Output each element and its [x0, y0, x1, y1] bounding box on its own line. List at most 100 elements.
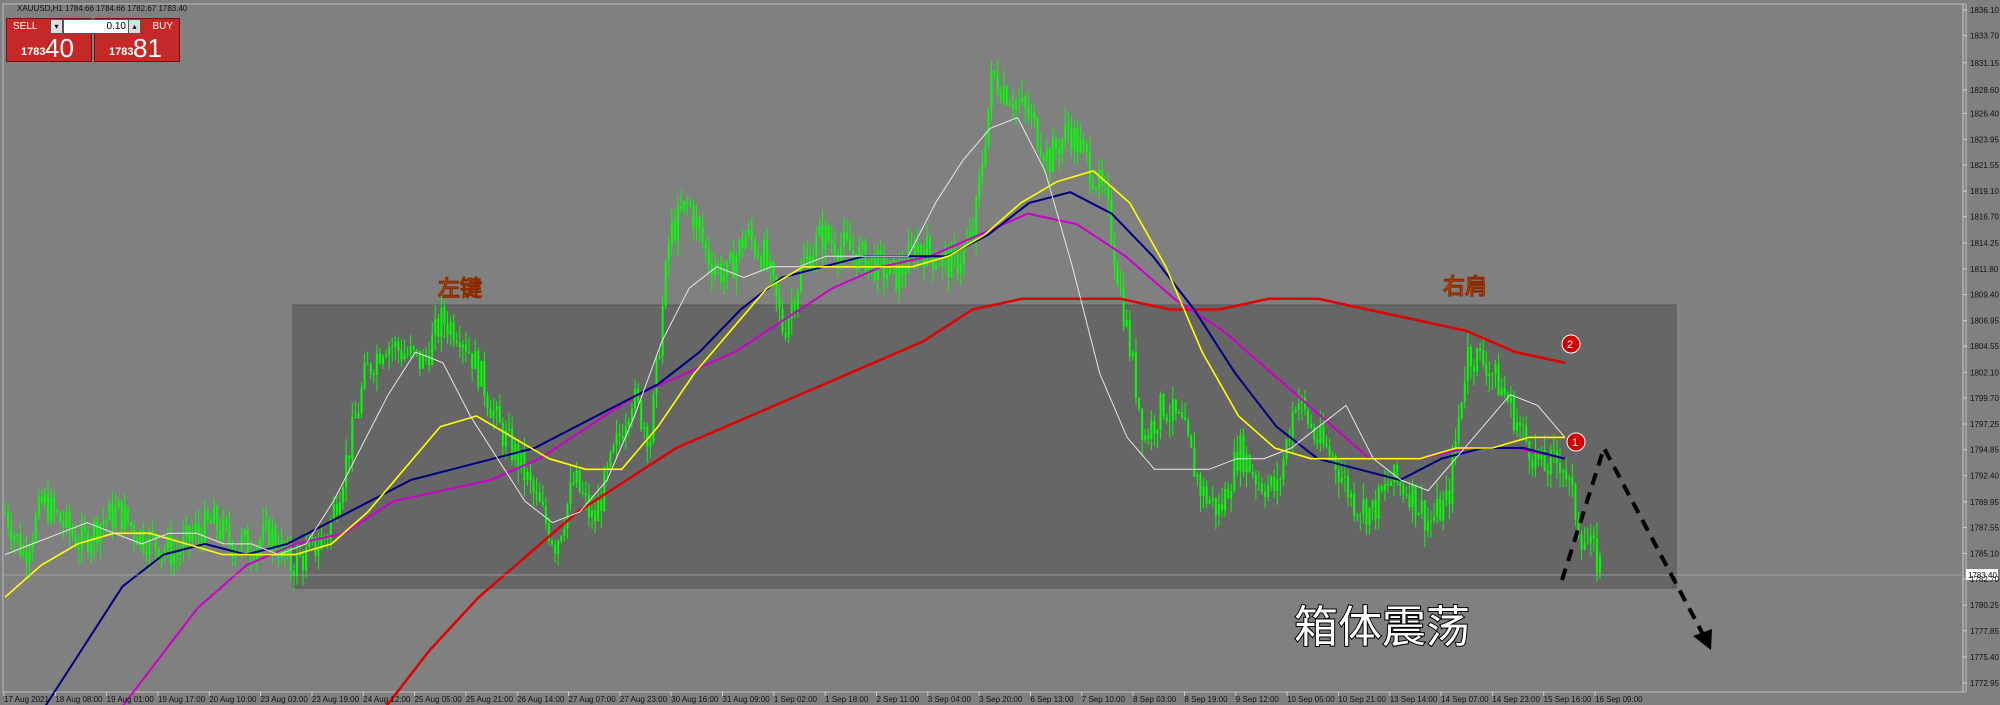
candle-body	[382, 356, 385, 364]
candle-body	[929, 237, 932, 255]
candle-body	[987, 108, 990, 147]
candle-body	[1469, 346, 1472, 367]
candle-body	[661, 305, 664, 357]
candle-body	[1482, 350, 1485, 365]
candle-body	[1242, 435, 1245, 473]
candle-body	[1420, 500, 1423, 514]
candle-body	[726, 261, 729, 276]
candle-body	[1008, 104, 1011, 106]
x-tick-label: 1 Sep 02:00	[774, 695, 818, 704]
candle-body	[1549, 449, 1552, 475]
candle-body	[1104, 185, 1107, 187]
candle-body	[1497, 363, 1500, 396]
candle-body	[1150, 420, 1153, 440]
candle-body	[1426, 521, 1429, 531]
candle-body	[47, 494, 50, 522]
candle-body	[1107, 185, 1110, 201]
price-chart[interactable]: 1783.40 1836.101833.701831.151828.601826…	[0, 0, 2000, 705]
lot-decrease-button[interactable]: ▾	[50, 19, 63, 34]
x-tick-label: 30 Aug 16:00	[671, 695, 719, 704]
candle-body	[1574, 484, 1577, 520]
candle-body	[369, 364, 372, 374]
candle-body	[1064, 124, 1067, 140]
candle-body	[842, 232, 845, 247]
candle-body	[1559, 463, 1562, 473]
candle-body	[1316, 439, 1319, 444]
y-tick-label: 1823.95	[1970, 135, 1999, 144]
candle-body	[1036, 117, 1039, 149]
candle-body	[268, 520, 271, 549]
candle-body	[179, 552, 182, 555]
candle-body	[1346, 476, 1349, 498]
candle-body	[83, 526, 86, 532]
candle-body	[1291, 411, 1294, 440]
candle-body	[1184, 417, 1187, 421]
candle-body	[535, 492, 538, 494]
candle-body	[271, 528, 274, 549]
y-tick-label: 1785.10	[1970, 550, 1999, 559]
y-tick-label: 1821.55	[1970, 161, 1999, 170]
candle-body	[1048, 149, 1051, 172]
candle-body	[827, 226, 830, 241]
candle-body	[440, 307, 443, 338]
x-tick-label: 18 Aug 08:00	[55, 695, 103, 704]
candle-body	[793, 302, 796, 310]
candle-body	[1055, 139, 1058, 150]
candle-body	[1199, 474, 1202, 496]
candle-body	[1500, 387, 1503, 396]
candle-body	[1583, 543, 1586, 549]
candle-body	[191, 534, 194, 542]
candle-body	[569, 482, 572, 505]
candle-body	[363, 363, 366, 389]
candle-body	[1147, 435, 1150, 440]
candle-body	[1531, 460, 1534, 468]
x-tick-label: 14 Sep 07:00	[1441, 695, 1489, 704]
y-tick-label: 1814.25	[1970, 239, 1999, 248]
candle-body	[1562, 470, 1565, 473]
candle-body	[1408, 495, 1411, 508]
candle-body	[590, 510, 593, 517]
candle-body	[471, 353, 474, 369]
candle-body	[541, 501, 544, 506]
candle-body	[163, 550, 166, 554]
candle-body	[1122, 287, 1125, 327]
candle-body	[701, 227, 704, 243]
candle-body	[437, 318, 440, 338]
candle-body	[1580, 534, 1583, 549]
x-tick-label: 17 Aug 2021	[4, 695, 49, 704]
candle-body	[295, 552, 298, 576]
candle-body	[664, 261, 667, 306]
candle-body	[1251, 472, 1254, 476]
marker-1-label: 1	[1572, 437, 1578, 449]
candle-body	[646, 426, 649, 447]
x-tick-label: 14 Sep 23:00	[1492, 695, 1540, 704]
candle-body	[25, 551, 28, 563]
candle-body	[308, 541, 311, 548]
candle-body	[1061, 139, 1064, 155]
candle-body	[612, 445, 615, 452]
candle-body	[501, 422, 504, 447]
candle-body	[1224, 488, 1227, 511]
candle-body	[572, 482, 575, 484]
candle-body	[391, 346, 394, 348]
candle-body	[1058, 149, 1061, 155]
candle-body	[173, 553, 176, 565]
candle-body	[1110, 200, 1113, 245]
y-tick-label: 1797.25	[1970, 420, 1999, 429]
x-tick-label: 2 Sep 11:00	[876, 695, 919, 704]
candle-body	[1377, 486, 1380, 520]
candle-body	[262, 524, 265, 540]
candle-body	[1233, 452, 1236, 492]
candle-body	[77, 546, 80, 550]
candle-body	[206, 510, 209, 520]
lot-increase-button[interactable]: ▴	[128, 19, 141, 34]
candle-body	[581, 491, 584, 494]
candle-body	[1307, 409, 1310, 425]
candle-body	[1599, 556, 1601, 573]
candle-body	[123, 507, 126, 530]
candle-body	[62, 522, 65, 528]
candle-body	[686, 201, 689, 203]
candle-body	[1488, 373, 1491, 377]
candle-body	[554, 544, 557, 555]
candle-body	[1433, 516, 1436, 521]
